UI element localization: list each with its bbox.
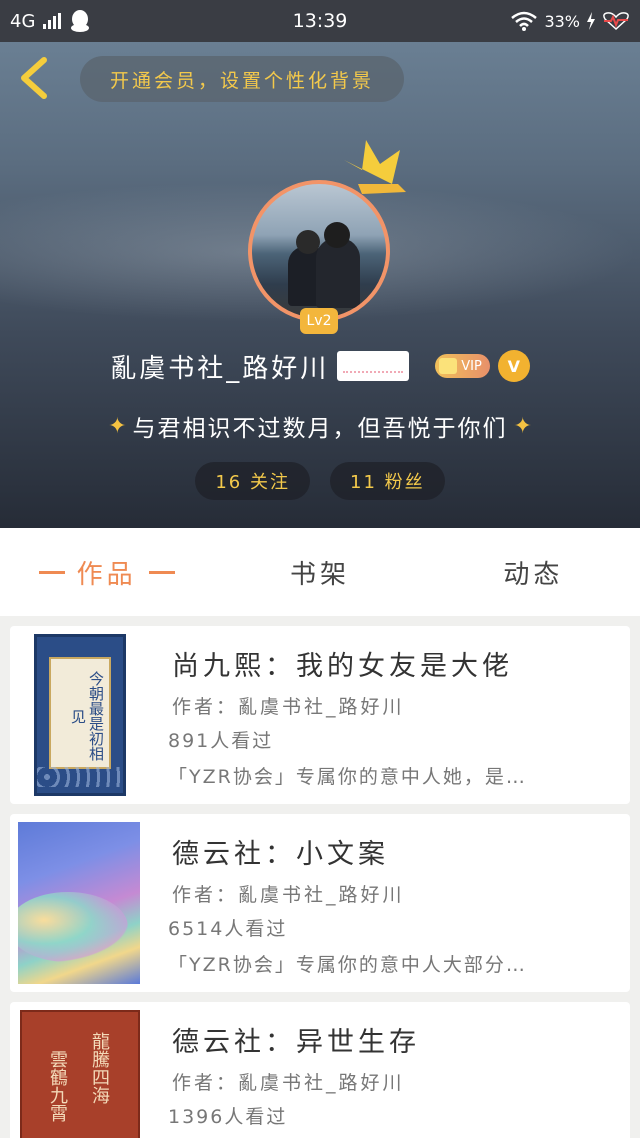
tab-label: 动态 (503, 559, 564, 590)
vip-badge[interactable]: VIP (435, 354, 490, 378)
followers-button[interactable]: 11 粉丝 (330, 462, 445, 500)
status-time: 13:39 (292, 10, 348, 32)
tab-works[interactable]: 作品 (0, 528, 213, 616)
tab-indicator (38, 570, 65, 574)
book-title: 德云社：异世生存 (172, 1027, 420, 1058)
back-arrow-icon (21, 57, 47, 99)
crown-icon (344, 140, 406, 194)
back-button[interactable] (14, 54, 58, 102)
vip-banner-button[interactable]: 开通会员，设置个性化背景 (80, 56, 404, 102)
network-label: 4G (10, 10, 36, 32)
sparkle-icon: ✦ (513, 413, 532, 439)
tab-indicator (148, 570, 175, 574)
tab-bar: 作品 书架 动态 (0, 528, 640, 616)
book-card[interactable]: 雲鶴九霄 龍騰四海 德云社：异世生存 作者：亂虞书社_路好川 1396人看过 (10, 1002, 630, 1138)
charging-icon (587, 12, 595, 30)
wifi-icon (511, 11, 538, 31)
book-title: 尚九熙：我的女友是大佬 (172, 651, 513, 682)
book-cover: 雲鶴九霄 龍騰四海 (20, 1010, 140, 1138)
verified-badge[interactable]: V (497, 350, 530, 382)
tab-bookshelf[interactable]: 书架 (213, 528, 426, 616)
avatar[interactable] (248, 180, 390, 322)
stats-row: 16 关注 11 粉丝 (0, 462, 640, 500)
status-left: 4G (10, 9, 210, 33)
book-description: 「YZR协会」专属你的意中人她，是… (168, 766, 527, 788)
book-author: 作者：亂虞书社_路好川 (172, 1072, 405, 1094)
book-author: 作者：亂虞书社_路好川 (172, 884, 405, 906)
qq-icon (71, 10, 90, 32)
sparkle-icon: ✦ (108, 413, 127, 439)
status-bar: 4G 13:39 33% (0, 0, 640, 42)
book-cover (18, 822, 140, 984)
vip-label: VIP (461, 358, 482, 374)
book-views: 891人看过 (168, 730, 274, 752)
book-views: 1396人看过 (168, 1106, 288, 1128)
status-right: 33% (430, 11, 630, 31)
signature-row: ✦ 与君相识不过数月，但吾悦于你们 ✦ (0, 406, 640, 446)
book-card[interactable]: 今朝最是初相见 尚九熙：我的女友是大佬 作者：亂虞书社_路好川 891人看过 「… (10, 626, 630, 804)
cover-text: 今朝最是初相见 (69, 671, 105, 761)
signature: 与君相识不过数月，但吾悦于你们 (132, 416, 508, 442)
vip-crown-icon (439, 358, 458, 374)
tab-label: 书架 (289, 559, 350, 590)
tab-label: 作品 (76, 559, 137, 590)
name-row: 亂虞书社_路好川 VIP V (0, 344, 640, 388)
name-sticker (337, 351, 410, 381)
book-description: 「YZR协会」专属你的意中人大部分… (168, 954, 527, 976)
tab-activity[interactable]: 动态 (427, 528, 640, 616)
book-list: 今朝最是初相见 尚九熙：我的女友是大佬 作者：亂虞书社_路好川 891人看过 「… (0, 616, 640, 1138)
book-views: 6514人看过 (168, 918, 288, 940)
book-cover: 今朝最是初相见 (34, 634, 126, 796)
signal-icon (43, 13, 62, 29)
cover-text: 雲鶴九霄 (47, 1050, 68, 1122)
heart-rate-icon (603, 12, 629, 30)
username: 亂虞书社_路好川 (110, 353, 330, 384)
cover-text: 龍騰四海 (89, 1032, 110, 1104)
following-button[interactable]: 16 关注 (195, 462, 310, 500)
book-card[interactable]: 德云社：小文案 作者：亂虞书社_路好川 6514人看过 「YZR协会」专属你的意… (10, 814, 630, 992)
book-author: 作者：亂虞书社_路好川 (172, 696, 405, 718)
profile-header: 开通会员，设置个性化背景 Lv2 亂虞书社_路好川 VIP V ✦ 与君相识不过… (0, 42, 640, 528)
book-title: 德云社：小文案 (172, 839, 389, 870)
battery-label: 33% (544, 11, 580, 31)
level-badge: Lv2 (300, 308, 338, 334)
